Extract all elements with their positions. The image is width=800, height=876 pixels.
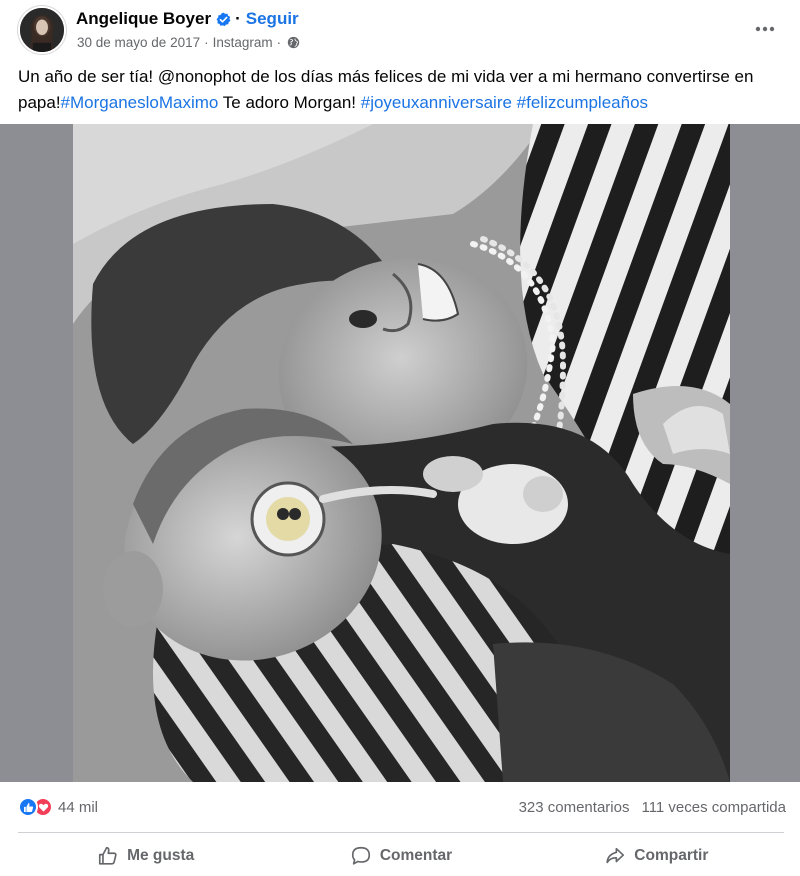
post-header: Angelique Boyer · Seguir 30 de mayo de 2… — [0, 0, 800, 62]
like-label: Me gusta — [127, 847, 195, 864]
follow-button[interactable]: Seguir — [246, 9, 299, 29]
more-options-button[interactable] — [748, 12, 782, 46]
avatar-image — [20, 8, 64, 52]
engagement-counts: 323 comentarios 111 veces compartida — [519, 799, 786, 816]
hashtag-link[interactable]: #felizcumpleaños — [517, 93, 648, 112]
author-avatar[interactable] — [18, 6, 66, 54]
separator-dot: · — [276, 34, 282, 50]
comment-icon — [351, 846, 370, 865]
share-button[interactable]: Compartir — [529, 838, 784, 874]
author-line: Angelique Boyer · Seguir — [76, 8, 299, 30]
post-stats: 44 mil 323 comentarios 111 veces compart… — [18, 792, 786, 822]
thumbs-up-icon — [98, 846, 117, 865]
post-source: Instagram — [212, 34, 273, 50]
verified-badge-icon — [216, 12, 231, 27]
photo-illustration — [73, 124, 730, 782]
separator-dot: · — [204, 34, 209, 50]
post-media[interactable] — [0, 124, 800, 782]
post-photo[interactable] — [73, 124, 730, 782]
comments-count[interactable]: 323 comentarios — [519, 799, 630, 816]
caption-text: Te adoro Morgan! — [218, 93, 361, 112]
post-actions: Me gusta Comentar Compartir — [18, 838, 784, 874]
post-caption: Un año de ser tía! @nonophot de los días… — [18, 64, 788, 116]
share-icon — [606, 847, 625, 864]
like-reaction-icon — [18, 797, 38, 817]
comment-label: Comentar — [379, 847, 453, 864]
reactions-count[interactable]: 44 mil — [58, 799, 98, 816]
globe-icon[interactable] — [287, 36, 300, 49]
reactions-summary[interactable]: 44 mil — [18, 797, 98, 817]
hashtag-link[interactable]: #MorganesloMaximo — [61, 93, 219, 112]
comment-button[interactable]: Comentar — [273, 838, 528, 874]
shares-count[interactable]: 111 veces compartida — [641, 799, 786, 816]
like-button[interactable]: Me gusta — [18, 838, 273, 874]
share-label: Compartir — [634, 847, 709, 864]
post-date[interactable]: 30 de mayo de 2017 — [77, 35, 200, 50]
separator-dot: · — [235, 9, 241, 28]
author-name[interactable]: Angelique Boyer — [76, 9, 211, 29]
hashtag-link[interactable]: #joyeuxanniversaire — [361, 93, 512, 112]
actions-divider — [18, 832, 784, 833]
more-dots-icon — [755, 26, 775, 32]
post-meta: 30 de mayo de 2017 · Instagram · — [77, 33, 300, 51]
